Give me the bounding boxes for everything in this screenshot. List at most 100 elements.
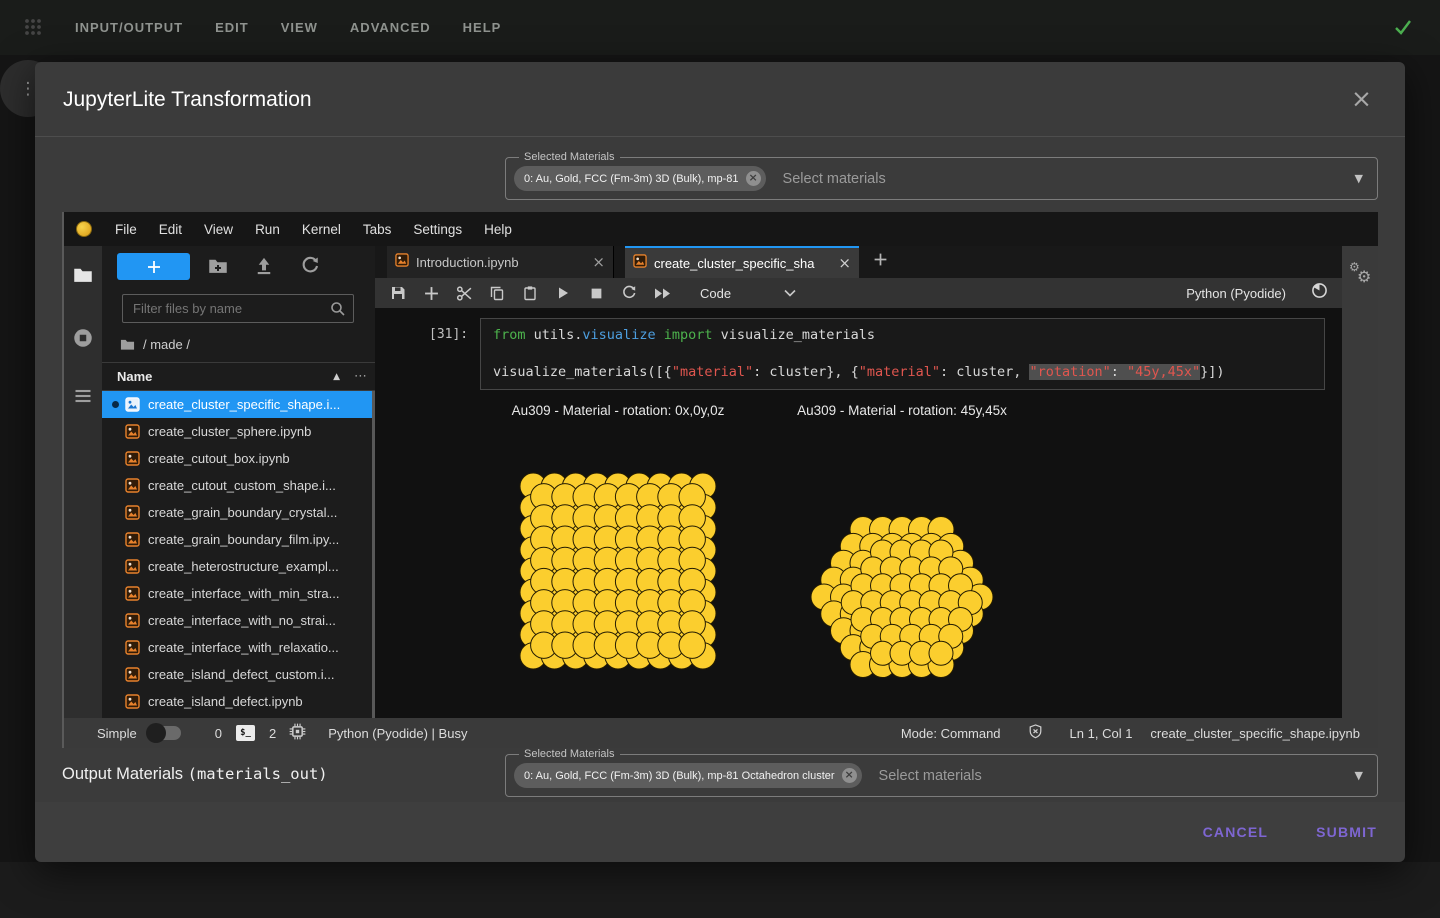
file-list-item[interactable]: create_cutout_custom_shape.i... [102, 472, 375, 499]
add-cell-icon[interactable] [422, 284, 440, 302]
run-icon[interactable] [554, 284, 572, 302]
notebook-icon [125, 478, 140, 493]
dropdown-caret-icon[interactable]: ▼ [1355, 769, 1363, 782]
save-icon[interactable] [389, 284, 407, 302]
notebook-icon [125, 694, 140, 709]
restart-kernel-icon[interactable] [620, 284, 638, 302]
running-kernels-icon[interactable] [73, 328, 93, 348]
close-icon[interactable]: × [592, 253, 605, 271]
table-of-contents-icon[interactable] [73, 386, 93, 406]
file-list-item[interactable]: create_heterostructure_exampl... [102, 553, 375, 580]
material-chip: 0: Au, Gold, FCC (Fm-3m) 3D (Bulk), mp-8… [514, 763, 862, 788]
field-label: Selected Materials [519, 151, 620, 163]
jupyter-menu-edit[interactable]: Edit [148, 222, 193, 237]
more-options-icon[interactable]: ⋯ [354, 369, 367, 384]
fast-forward-icon[interactable] [653, 284, 671, 302]
terminal-count[interactable]: 0 [215, 726, 222, 741]
jupyter-menu-kernel[interactable]: Kernel [291, 222, 352, 237]
cancel-button[interactable]: CANCEL [1203, 824, 1269, 840]
app-menu-edit[interactable]: EDIT [215, 20, 249, 35]
chip-remove-icon[interactable]: × [746, 171, 761, 186]
file-list-item[interactable]: create_interface_with_relaxatio... [102, 634, 375, 661]
jupyter-menu-file[interactable]: File [104, 222, 148, 237]
cursor-position[interactable]: Ln 1, Col 1 [1070, 726, 1133, 741]
kernel-name[interactable]: Python (Pyodide) [1186, 286, 1286, 301]
chip-remove-icon[interactable]: × [842, 768, 857, 783]
chevron-down-icon[interactable] [784, 284, 796, 302]
close-icon[interactable]: × [838, 254, 851, 272]
app-menu-advanced[interactable]: ADVANCED [350, 20, 431, 35]
paste-icon[interactable] [521, 284, 539, 302]
cut-icon[interactable] [455, 284, 473, 302]
file-list-item[interactable]: create_grain_boundary_crystal... [102, 499, 375, 526]
cpu-icon [289, 723, 306, 743]
top-menu-bar: INPUT/OUTPUT EDIT VIEW ADVANCED HELP [0, 0, 1440, 55]
file-list-item[interactable]: create_island_defect_custom.i... [102, 661, 375, 688]
jupyterlite-transformation-dialog: JupyterLite Transformation × Input Mater… [35, 62, 1405, 862]
file-list-item[interactable]: create_interface_with_min_stra... [102, 580, 375, 607]
open-dot-indicator [112, 671, 119, 678]
notebook-icon [125, 451, 140, 466]
jupyter-menu-view[interactable]: View [193, 222, 244, 237]
field-label: Selected Materials [519, 748, 620, 760]
simple-mode-toggle[interactable] [149, 726, 181, 740]
open-dot-indicator [112, 563, 119, 570]
output-materials-field[interactable]: Selected Materials 0: Au, Gold, FCC (Fm-… [505, 754, 1378, 797]
app-menu-view[interactable]: VIEW [281, 20, 318, 35]
file-list-item[interactable]: create_cluster_sphere.ipynb [102, 418, 375, 445]
apps-grid-icon[interactable] [24, 18, 42, 41]
search-icon [330, 301, 346, 322]
open-dot-indicator [112, 482, 119, 489]
file-list-item[interactable]: create_island_defect.ipynb [102, 688, 375, 715]
stop-icon[interactable] [587, 284, 605, 302]
file-list-item[interactable]: create_cluster_specific_shape.i... [102, 391, 375, 418]
open-dot-indicator [112, 617, 119, 624]
kernel-count[interactable]: 2 [269, 726, 276, 741]
add-tab-icon[interactable] [873, 252, 888, 272]
jupyter-menu-run[interactable]: Run [244, 222, 291, 237]
refresh-icon[interactable] [300, 256, 320, 276]
material-chip: 0: Au, Gold, FCC (Fm-3m) 3D (Bulk), mp-8… [514, 166, 766, 191]
app-menu-input-output[interactable]: INPUT/OUTPUT [75, 20, 183, 35]
jupyter-menu-settings[interactable]: Settings [402, 222, 473, 237]
jupyter-menu-help[interactable]: Help [473, 222, 523, 237]
dialog-close-button[interactable]: × [1351, 86, 1372, 112]
kernel-status-text[interactable]: Python (Pyodide) | Busy [328, 726, 467, 741]
upload-icon[interactable] [254, 256, 274, 276]
new-folder-icon[interactable] [208, 256, 228, 276]
cell-type-select[interactable]: Code [700, 286, 731, 301]
input-materials-field[interactable]: Selected Materials 0: Au, Gold, FCC (Fm-… [505, 157, 1378, 200]
filter-files-input[interactable] [123, 295, 353, 322]
open-dot-indicator [112, 590, 119, 597]
tab-create-cluster-specific-shape[interactable]: create_cluster_specific_sha × [625, 246, 859, 278]
file-browser-icon[interactable] [73, 265, 93, 285]
notebook-icon [395, 253, 409, 272]
app-menu-help[interactable]: HELP [463, 20, 502, 35]
settings-gears-icon[interactable]: ⚙ ⚙ [1348, 262, 1376, 290]
jupyter-menu-list: FileEditViewRunKernelTabsSettingsHelp [104, 222, 523, 237]
notebook-icon [125, 586, 140, 601]
submit-button[interactable]: SUBMIT [1316, 824, 1377, 840]
jupyter-menu-tabs[interactable]: Tabs [352, 222, 403, 237]
dropdown-caret-icon[interactable]: ▼ [1355, 172, 1363, 185]
copy-icon[interactable] [488, 284, 506, 302]
file-list-header[interactable]: Name ▲ ⋯ [102, 362, 375, 391]
breadcrumb[interactable]: / made / [120, 334, 190, 354]
kernel-status-icon [1311, 282, 1328, 304]
file-list-item[interactable]: create_interface_with_no_strai... [102, 607, 375, 634]
terminal-icon: $_ [236, 725, 255, 741]
notebook-content[interactable]: [31]: from utils.visualize import visual… [375, 308, 1342, 718]
open-dot-indicator [112, 428, 119, 435]
tab-introduction[interactable]: Introduction.ipynb × [387, 246, 614, 278]
new-launcher-button[interactable] [117, 253, 190, 280]
app-menu-list: INPUT/OUTPUT EDIT VIEW ADVANCED HELP [75, 0, 501, 55]
notebook-dock-panel: Introduction.ipynb × create_cluster_spec… [375, 246, 1342, 718]
folder-icon [120, 337, 135, 352]
jupyterlab-frame: FileEditViewRunKernelTabsSettingsHelp [62, 212, 1378, 748]
file-list-item[interactable]: create_cutout_box.ipynb [102, 445, 375, 472]
dialog-header: JupyterLite Transformation × [35, 62, 1405, 137]
notebook-icon [125, 640, 140, 655]
notebook-icon [125, 559, 140, 574]
file-list-item[interactable]: create_grain_boundary_film.ipy... [102, 526, 375, 553]
close-icon: × [1351, 84, 1372, 113]
